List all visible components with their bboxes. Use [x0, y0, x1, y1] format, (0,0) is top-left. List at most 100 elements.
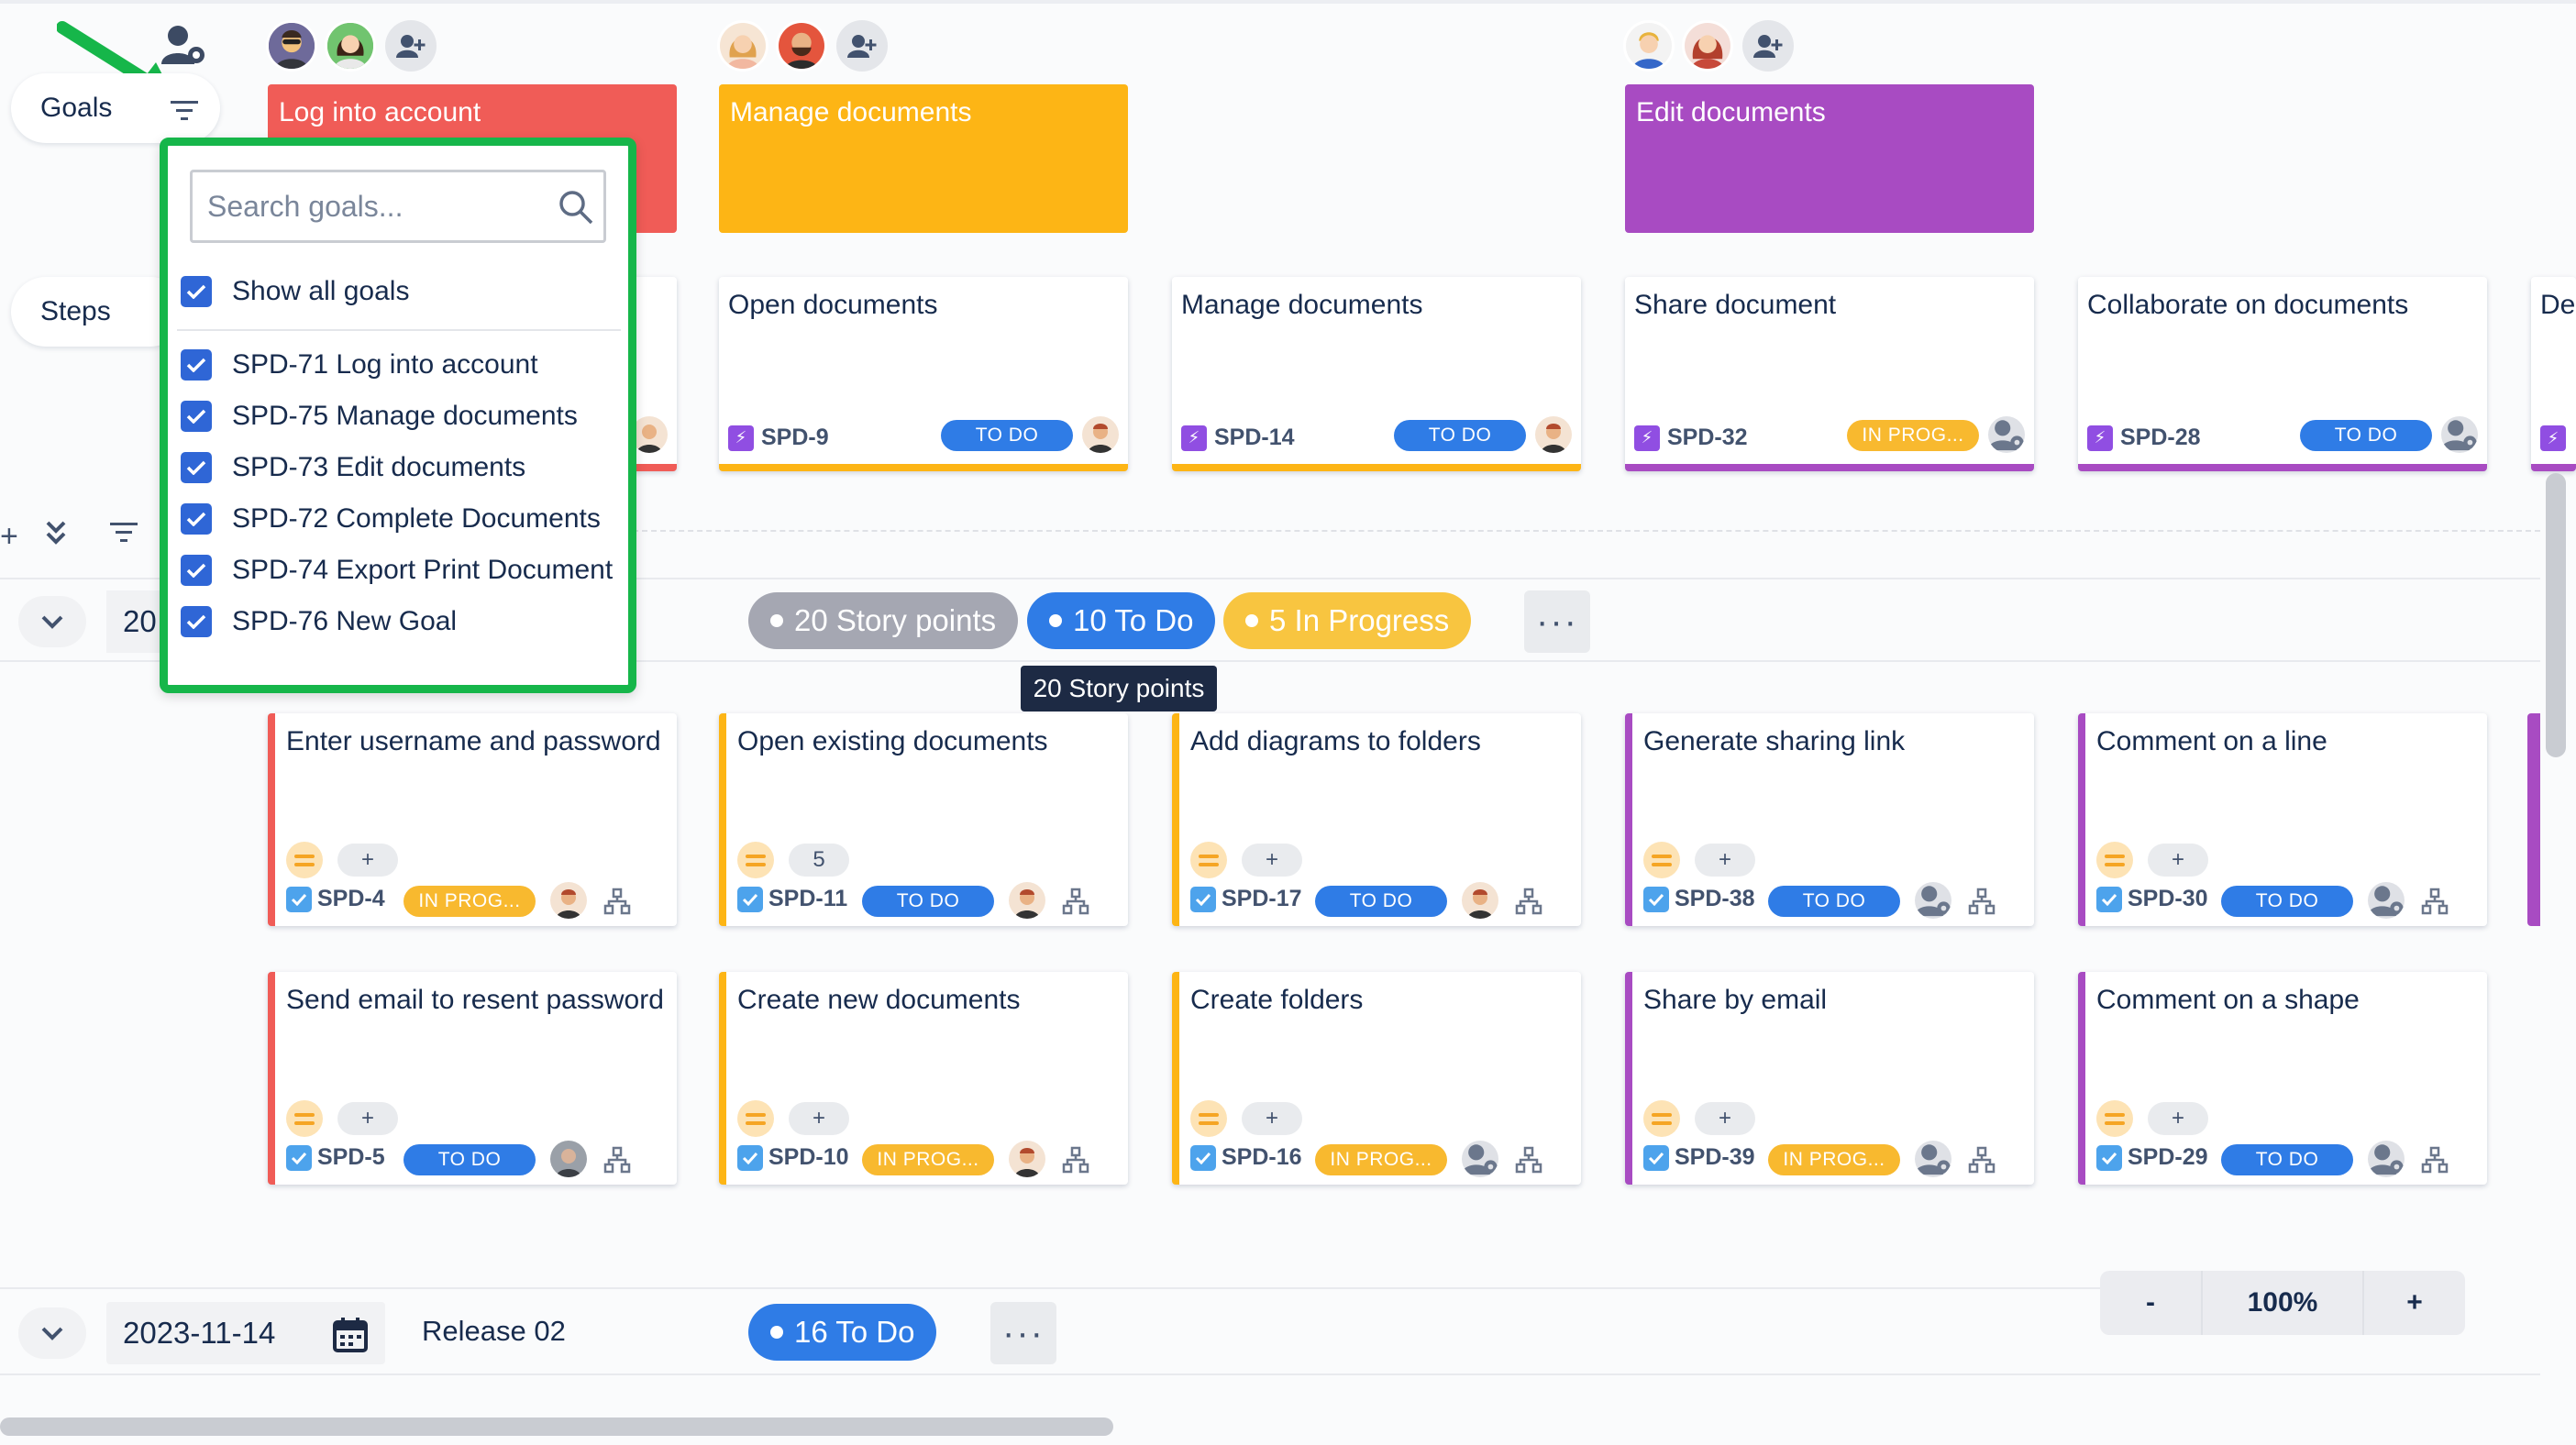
vertical-scrollbar[interactable] [2546, 473, 2566, 757]
avatar[interactable] [1535, 416, 1572, 453]
zoom-out-button[interactable]: - [2100, 1271, 2201, 1335]
horizontal-scrollbar[interactable] [0, 1417, 1113, 1436]
avatar[interactable] [1623, 20, 1675, 72]
status-badge[interactable]: TO DO [1768, 886, 1900, 917]
hierarchy-icon[interactable] [1515, 1146, 1542, 1174]
story-points-badge[interactable]: + [1695, 1102, 1755, 1135]
status-badge[interactable]: TO DO [862, 886, 994, 917]
story-card[interactable]: Open existing documents 5 SPD-11 TO DO [719, 713, 1128, 926]
add-user-button[interactable] [1742, 20, 1794, 72]
avatar[interactable] [631, 416, 668, 453]
checkbox-checked-icon[interactable] [181, 349, 212, 381]
unassigned-icon[interactable] [2368, 882, 2405, 919]
zoom-in-button[interactable]: + [2364, 1271, 2465, 1335]
story-points-badge[interactable]: + [2148, 1102, 2208, 1135]
goal-card[interactable]: Edit documents [1625, 84, 2034, 233]
release-more-button[interactable]: ··· [1524, 590, 1590, 653]
release-name[interactable]: Release 02 [422, 1315, 566, 1348]
status-badge[interactable]: IN PROG... [1847, 420, 1979, 451]
story-card[interactable]: Generate sharing link + SPD-38 TO DO [1625, 713, 2034, 926]
checkbox-checked-icon[interactable] [181, 401, 212, 432]
hierarchy-icon[interactable] [2421, 888, 2449, 915]
add-user-button[interactable] [385, 20, 437, 72]
avatar[interactable] [550, 882, 587, 919]
checkbox-checked-icon[interactable] [181, 276, 212, 307]
avatar[interactable] [266, 20, 317, 72]
goal-option[interactable]: SPD-71 Log into account [181, 349, 538, 381]
unassigned-icon[interactable] [1915, 1141, 1951, 1177]
story-points-badge[interactable]: + [2148, 844, 2208, 877]
collapse-all-icon[interactable] [44, 519, 68, 546]
status-badge[interactable]: IN PROG... [404, 886, 536, 917]
goal-option[interactable]: SPD-76 New Goal [181, 606, 457, 637]
release-more-button[interactable]: ··· [990, 1302, 1056, 1364]
goal-option[interactable]: SPD-75 Manage documents [181, 401, 578, 432]
step-card[interactable]: De ⚡ [2531, 277, 2576, 471]
story-card[interactable]: Add diagrams to folders + SPD-17 TO DO [1172, 713, 1581, 926]
hierarchy-icon[interactable] [1968, 888, 1996, 915]
story-points-badge[interactable]: + [337, 1102, 398, 1135]
step-card[interactable]: Collaborate on documents ⚡ SPD-28 TO DO [2078, 277, 2487, 471]
story-points-badge[interactable]: + [1242, 844, 1302, 877]
checkbox-checked-icon[interactable] [181, 555, 212, 586]
unassigned-icon[interactable] [2368, 1141, 2405, 1177]
checkbox-checked-icon[interactable] [181, 452, 212, 483]
avatar[interactable] [717, 20, 768, 72]
step-card[interactable]: Share document ⚡ SPD-32 IN PROG... [1625, 277, 2034, 471]
story-points-badge[interactable]: + [337, 844, 398, 877]
unassigned-icon[interactable] [1462, 1141, 1498, 1177]
story-card[interactable]: Comment on a line + SPD-30 TO DO [2078, 713, 2487, 926]
story-points-badge[interactable]: + [1695, 844, 1755, 877]
hierarchy-icon[interactable] [603, 1146, 631, 1174]
status-badge[interactable]: TO DO [2221, 1144, 2353, 1175]
goal-card[interactable]: Manage documents [719, 84, 1128, 233]
story-card[interactable]: Create folders + SPD-16 IN PROG... [1172, 972, 1581, 1185]
hierarchy-icon[interactable] [1515, 888, 1542, 915]
collapse-release-button[interactable] [18, 1307, 86, 1359]
avatar[interactable] [1462, 882, 1498, 919]
show-all-goals-option[interactable]: Show all goals [181, 276, 409, 307]
step-card[interactable]: Manage documents ⚡ SPD-14 TO DO [1172, 277, 1581, 471]
hierarchy-icon[interactable] [603, 888, 631, 915]
goal-option[interactable]: SPD-74 Export Print Document [181, 555, 613, 586]
status-badge[interactable]: IN PROG... [1768, 1144, 1900, 1175]
hierarchy-icon[interactable] [2421, 1146, 2449, 1174]
goal-option[interactable]: SPD-73 Edit documents [181, 452, 525, 483]
unassigned-icon[interactable] [2441, 416, 2478, 453]
status-badge[interactable]: TO DO [941, 420, 1073, 451]
avatar[interactable] [550, 1141, 587, 1177]
add-row-button[interactable]: + [0, 519, 18, 555]
hierarchy-icon[interactable] [1062, 1146, 1089, 1174]
goal-option[interactable]: SPD-72 Complete Documents [181, 503, 601, 535]
todo-chip[interactable]: 10 To Do [1027, 592, 1216, 649]
story-card[interactable]: Share by email + SPD-39 IN PROG... [1625, 972, 2034, 1185]
avatar[interactable] [325, 20, 376, 72]
unassigned-icon[interactable] [1915, 882, 1951, 919]
avatar[interactable] [1682, 20, 1733, 72]
filter-icon[interactable] [171, 101, 198, 121]
collapse-release-button[interactable] [18, 596, 86, 647]
story-card[interactable]: Comment on a shape + SPD-29 TO DO [2078, 972, 2487, 1185]
calendar-icon[interactable] [332, 1317, 369, 1353]
in-progress-chip[interactable]: 5 In Progress [1223, 592, 1472, 649]
unassigned-icon[interactable] [1988, 416, 2025, 453]
user-settings-icon[interactable] [160, 24, 207, 71]
status-badge[interactable]: TO DO [2221, 886, 2353, 917]
hierarchy-icon[interactable] [1968, 1146, 1996, 1174]
filter-icon[interactable] [110, 523, 138, 543]
add-user-button[interactable] [836, 20, 888, 72]
story-points-chip[interactable]: 20 Story points [748, 592, 1019, 649]
checkbox-checked-icon[interactable] [181, 503, 212, 535]
status-badge[interactable]: IN PROG... [1315, 1144, 1447, 1175]
release-date-field[interactable]: 20 [106, 590, 161, 653]
step-card[interactable]: Open documents ⚡ SPD-9 TO DO [719, 277, 1128, 471]
story-points-badge[interactable]: + [789, 1102, 849, 1135]
status-badge[interactable]: TO DO [404, 1144, 536, 1175]
status-badge[interactable]: TO DO [2300, 420, 2432, 451]
avatar[interactable] [776, 20, 827, 72]
checkbox-checked-icon[interactable] [181, 606, 212, 637]
avatar[interactable] [1009, 1141, 1045, 1177]
release-date-field[interactable]: 2023-11-14 [106, 1302, 385, 1364]
goals-row-label[interactable]: Goals [11, 73, 220, 143]
todo-chip[interactable]: 16 To Do [748, 1304, 937, 1361]
